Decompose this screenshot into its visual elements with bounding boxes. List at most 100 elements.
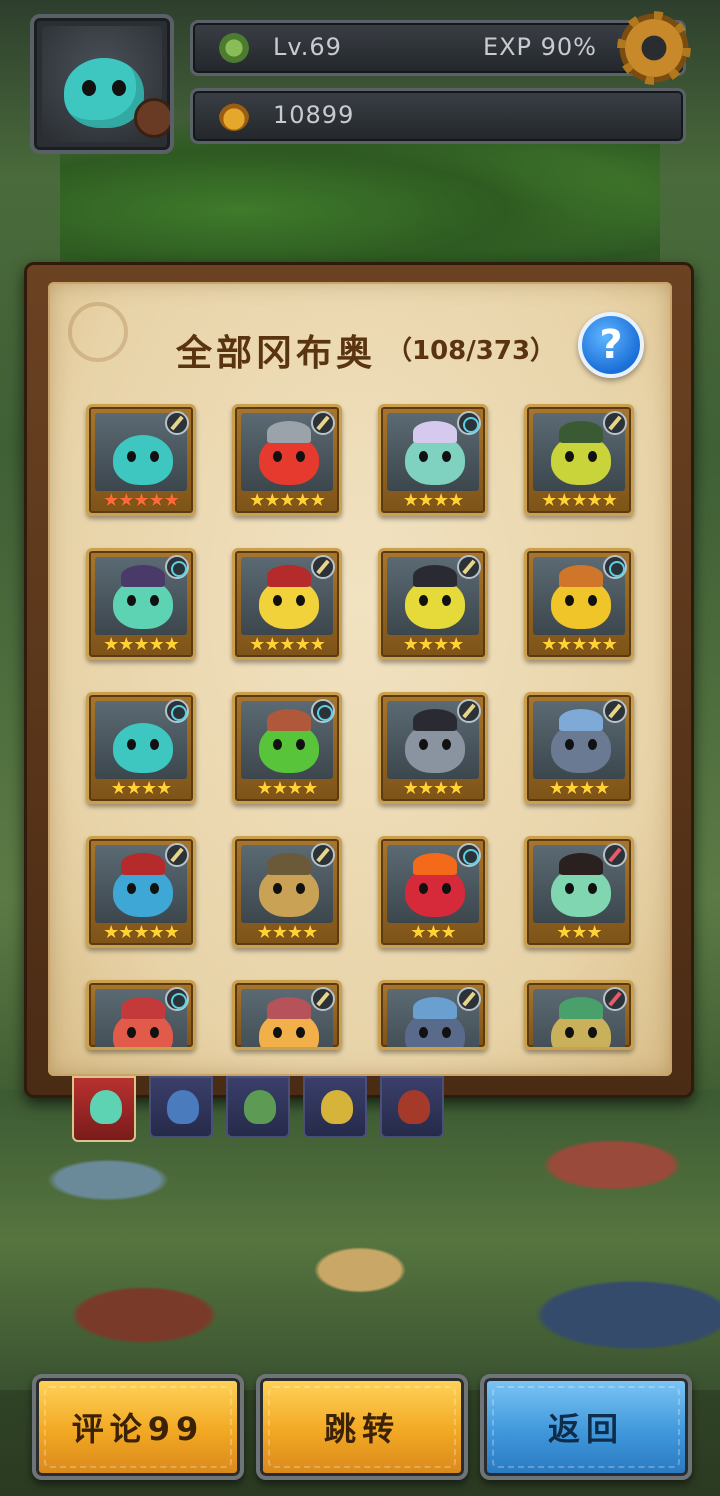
collection-panel: 全部冈布奥 （108/373） ? ★★★★★ ★★★★★ ★★★★ ★★★★★ ★★★… bbox=[48, 282, 672, 1076]
settings-gear-icon[interactable] bbox=[615, 9, 693, 87]
category-tab-tab-2[interactable] bbox=[149, 1076, 213, 1138]
category-icon bbox=[244, 1090, 276, 1124]
panel-title: 全部冈布奥 bbox=[176, 333, 377, 374]
character-card[interactable]: ★★★★ bbox=[524, 692, 634, 804]
character-hat-icon bbox=[559, 421, 603, 443]
collection-count: （108/373） bbox=[386, 336, 557, 366]
shield-icon bbox=[134, 98, 170, 138]
avatar-slime-icon bbox=[64, 58, 144, 128]
currency-amount: 10899 bbox=[273, 101, 355, 129]
comments-button[interactable]: 评论99 bbox=[32, 1374, 244, 1480]
jump-button-label: 跳转 bbox=[323, 1410, 400, 1448]
character-card[interactable]: ★★★★ bbox=[232, 836, 342, 948]
star-rating: ★★★★★ bbox=[249, 490, 326, 511]
swirl-class-icon bbox=[165, 555, 189, 579]
star-rating: ★★★★★ bbox=[103, 922, 180, 943]
character-hat-icon bbox=[121, 565, 165, 587]
player-avatar[interactable] bbox=[30, 14, 174, 154]
star-rating: ★★★★★ bbox=[103, 634, 180, 655]
category-icon bbox=[321, 1090, 353, 1124]
back-button[interactable]: 返回 bbox=[480, 1374, 692, 1480]
swirl-class-icon bbox=[165, 987, 189, 1011]
character-hat-icon bbox=[559, 997, 603, 1019]
swirl-class-icon bbox=[457, 411, 481, 435]
character-card[interactable]: ★★★★ bbox=[378, 548, 488, 660]
character-card[interactable]: ★★★★ bbox=[86, 692, 196, 804]
character-card[interactable]: ★★★★ bbox=[378, 404, 488, 516]
comments-button-label: 评论99 bbox=[71, 1410, 205, 1448]
character-hat-icon bbox=[267, 853, 311, 875]
slime-character-icon bbox=[113, 723, 173, 773]
character-card[interactable]: ★★★★★ bbox=[232, 548, 342, 660]
character-card[interactable]: ★★★★ bbox=[232, 692, 342, 804]
corner-ornament-icon bbox=[68, 302, 128, 362]
star-rating: ★★★★★ bbox=[541, 490, 618, 511]
blade-class-icon bbox=[165, 411, 189, 435]
blade-class-icon bbox=[165, 843, 189, 867]
character-card[interactable]: ★★★★★ bbox=[86, 404, 196, 516]
star-rating: ★★★ bbox=[410, 922, 456, 943]
character-card[interactable]: ★★★ bbox=[524, 836, 634, 948]
star-rating: ★★★★★ bbox=[249, 634, 326, 655]
swirl-class-icon bbox=[165, 699, 189, 723]
blade-class-icon bbox=[311, 411, 335, 435]
level-text: Lv.69 bbox=[273, 33, 342, 61]
character-hat-icon bbox=[413, 853, 457, 875]
character-card[interactable]: ★★★★★ bbox=[232, 404, 342, 516]
character-card[interactable] bbox=[86, 980, 196, 1050]
category-icon bbox=[90, 1090, 122, 1124]
star-rating: ★★★★ bbox=[548, 778, 611, 799]
blade-class-icon bbox=[311, 555, 335, 579]
character-hat-icon bbox=[559, 853, 603, 875]
character-card[interactable]: ★★★★★ bbox=[86, 836, 196, 948]
character-hat-icon bbox=[267, 421, 311, 443]
character-card[interactable] bbox=[524, 980, 634, 1050]
help-button[interactable]: ? bbox=[578, 312, 644, 378]
blade-class-icon bbox=[457, 987, 481, 1011]
category-tab-tab-4[interactable] bbox=[303, 1076, 367, 1138]
star-rating: ★★★★ bbox=[256, 922, 319, 943]
slime-character-icon bbox=[113, 435, 173, 485]
character-card[interactable] bbox=[232, 980, 342, 1050]
character-hat-icon bbox=[413, 709, 457, 731]
blade-class-icon bbox=[457, 555, 481, 579]
character-hat-icon bbox=[559, 565, 603, 587]
character-card[interactable]: ★★★★★ bbox=[524, 404, 634, 516]
character-card[interactable]: ★★★★★ bbox=[86, 548, 196, 660]
character-card[interactable]: ★★★★★ bbox=[524, 548, 634, 660]
wand-class-icon bbox=[603, 843, 627, 867]
swirl-class-icon bbox=[457, 843, 481, 867]
character-hat-icon bbox=[267, 565, 311, 587]
character-hat-icon bbox=[559, 709, 603, 731]
level-bar: Lv.69 EXP 90% bbox=[190, 9, 693, 87]
category-icon bbox=[167, 1090, 199, 1124]
character-hat-icon bbox=[121, 997, 165, 1019]
currency-bar: 10899 bbox=[190, 88, 686, 144]
jump-button[interactable]: 跳转 bbox=[256, 1374, 468, 1480]
star-rating: ★★★★ bbox=[256, 778, 319, 799]
back-button-label: 返回 bbox=[547, 1410, 624, 1448]
character-hat-icon bbox=[121, 853, 165, 875]
swirl-class-icon bbox=[311, 699, 335, 723]
character-hat-icon bbox=[267, 709, 311, 731]
category-tab-all[interactable] bbox=[72, 1076, 136, 1142]
star-rating: ★★★★ bbox=[402, 634, 465, 655]
star-rating: ★★★★ bbox=[402, 490, 465, 511]
swirl-class-icon bbox=[603, 555, 627, 579]
star-rating: ★★★ bbox=[556, 922, 602, 943]
character-card[interactable]: ★★★★ bbox=[378, 692, 488, 804]
character-card[interactable]: ★★★ bbox=[378, 836, 488, 948]
character-card[interactable] bbox=[378, 980, 488, 1050]
leaf-icon bbox=[219, 33, 249, 63]
blade-class-icon bbox=[457, 699, 481, 723]
character-hat-icon bbox=[413, 421, 457, 443]
exp-text: EXP 90% bbox=[482, 33, 597, 61]
character-hat-icon bbox=[413, 997, 457, 1019]
fruit-currency-icon bbox=[219, 101, 249, 131]
blade-class-icon bbox=[603, 411, 627, 435]
star-rating: ★★★★ bbox=[110, 778, 173, 799]
category-tab-tab-3[interactable] bbox=[226, 1076, 290, 1138]
character-hat-icon bbox=[413, 565, 457, 587]
category-tab-tab-5[interactable] bbox=[380, 1076, 444, 1138]
blade-class-icon bbox=[311, 843, 335, 867]
